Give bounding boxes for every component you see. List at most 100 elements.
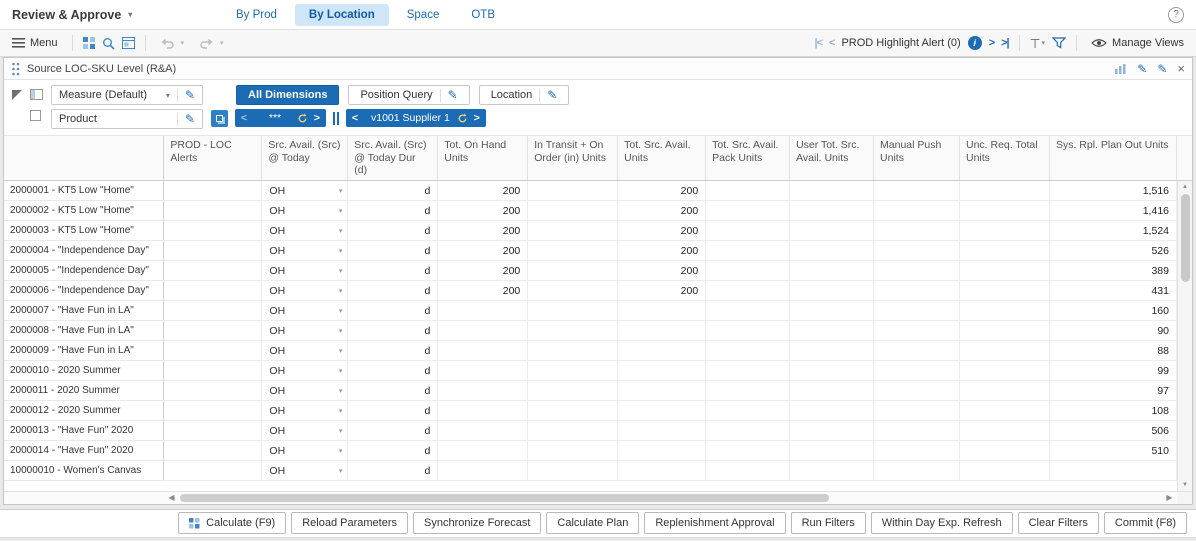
grid-cell[interactable] [959,180,1050,202]
column-header-tot-src-avail-pack-units[interactable]: Tot. Src. Avail. Pack Units [705,136,791,181]
grid-cell[interactable]: 200 [617,220,707,242]
grid-cell[interactable] [873,260,961,282]
grid-cell[interactable] [789,440,875,462]
grid-cell[interactable]: d [347,440,439,462]
grid-cell[interactable] [437,440,529,462]
grid-cell[interactable] [437,400,529,422]
row-header[interactable]: 2000013 - "Have Fun" 2020 [4,420,165,442]
help-icon[interactable]: ? [1168,6,1184,23]
grid-cell[interactable] [617,400,707,422]
edit-view-icon[interactable]: ✎ [1137,63,1147,75]
grid-cell[interactable] [959,300,1050,322]
src-avail-dropdown[interactable]: OH ▾ [261,440,349,462]
column-header-tot-on-hand-units[interactable]: Tot. On Hand Units [437,136,529,181]
grid-cell[interactable] [617,360,707,382]
grid-cell[interactable]: 88 [1049,340,1177,362]
src-avail-dropdown[interactable]: OH ▾ [261,260,349,282]
grid-cell[interactable] [527,200,619,222]
grid-cell[interactable] [527,340,619,362]
grid-cell[interactable] [527,360,619,382]
grid-cell[interactable]: 200 [437,280,529,302]
grid-cell[interactable] [437,360,529,382]
grid-cell[interactable]: d [347,220,439,242]
dimension-chip-all-dimensions[interactable]: All Dimensions [236,85,340,105]
grid-cell[interactable] [873,180,961,202]
grid-cell[interactable] [163,420,263,442]
grid-cell[interactable]: 389 [1049,260,1177,282]
synchronize-forecast-button[interactable]: Synchronize Forecast [413,512,542,535]
close-icon[interactable]: × [1177,62,1185,75]
grid-cell[interactable] [705,440,791,462]
grid-cell[interactable] [789,360,875,382]
grid-cell[interactable] [705,300,791,322]
grid-cell[interactable]: 200 [437,260,529,282]
column-header-user-tot-src-avail-units[interactable]: User Tot. Src. Avail. Units [789,136,875,181]
grid-cell[interactable]: 97 [1049,380,1177,402]
grid-cell[interactable] [617,320,707,342]
grid-cell[interactable] [959,380,1050,402]
grid-cell[interactable] [705,220,791,242]
grid-cell[interactable] [163,400,263,422]
grid-cell[interactable] [789,240,875,262]
redo-icon[interactable]: ▾ [195,36,228,51]
pager-prev-icon[interactable]: < [346,112,364,124]
src-avail-dropdown[interactable]: OH ▾ [261,400,349,422]
grid-cell[interactable]: 431 [1049,280,1177,302]
grid-cell[interactable]: 1,416 [1049,200,1177,222]
grid-cell[interactable]: 200 [617,240,707,262]
vertical-scroll-thumb[interactable] [1180,193,1190,282]
grid-cell[interactable]: 200 [437,220,529,242]
grid-cell[interactable] [873,320,961,342]
grid-cell[interactable] [873,300,961,322]
grid-cell[interactable] [163,440,263,462]
grid-cell[interactable] [705,360,791,382]
grid-cell[interactable]: 506 [1049,420,1177,442]
grid-cell[interactable] [873,420,961,442]
replenishment-approval-button[interactable]: Replenishment Approval [644,512,786,535]
grid-cell[interactable]: d [347,240,439,262]
row-header[interactable]: 2000011 - 2020 Summer [4,380,165,402]
grid-cell[interactable] [705,280,791,302]
pager-next-icon[interactable]: > [468,112,486,124]
grid-cell[interactable] [163,180,263,202]
grid-cell[interactable] [873,460,961,482]
grid-view-icon[interactable] [82,37,95,49]
src-avail-dropdown[interactable]: OH ▾ [261,360,349,382]
grid-cell[interactable] [789,180,875,202]
grid-cell[interactable] [437,420,529,442]
clear-filters-button[interactable]: Clear Filters [1017,512,1099,535]
grid-cell[interactable] [959,460,1050,482]
edit-icon[interactable]: ✎ [547,89,557,101]
grid-cell[interactable] [705,380,791,402]
grid-cell[interactable] [789,380,875,402]
calculate-f9-button[interactable]: Calculate (F9) [178,512,287,535]
grid-cell[interactable] [789,280,875,302]
grid-cell[interactable] [617,300,707,322]
grid-cell[interactable] [163,280,263,302]
run-filters-button[interactable]: Run Filters [790,512,866,535]
grid-cell[interactable] [163,220,263,242]
calculate-plan-button[interactable]: Calculate Plan [546,512,640,535]
dimension-chip-position-query[interactable]: Position Query ✎ [348,85,470,105]
row-header[interactable]: 2000014 - "Have Fun" 2020 [4,440,165,462]
horizontal-scroll-track[interactable] [179,492,1162,504]
within-day-exp-refresh-button[interactable]: Within Day Exp. Refresh [870,512,1013,535]
layout-icon[interactable] [30,89,43,100]
grid-cell[interactable]: 200 [617,260,707,282]
grid-cell[interactable] [527,300,619,322]
grid-cell[interactable]: d [347,420,439,442]
grid-cell[interactable]: d [347,180,439,202]
grid-cell[interactable] [959,360,1050,382]
grid-cell[interactable]: 90 [1049,320,1177,342]
grid-cell[interactable] [527,420,619,442]
grid-cell[interactable]: d [347,460,439,482]
window-icon[interactable] [121,37,135,49]
row-header[interactable]: 2000004 - "Independence Day" [4,240,165,262]
menu-button[interactable]: Menu [8,35,62,51]
grid-cell[interactable] [527,240,619,262]
grid-cell[interactable] [789,460,875,482]
grid-cell[interactable] [163,460,263,482]
grid-cell[interactable] [437,460,529,482]
horizontal-scroll-thumb[interactable] [180,493,829,502]
grid-cell[interactable]: 526 [1049,240,1177,262]
